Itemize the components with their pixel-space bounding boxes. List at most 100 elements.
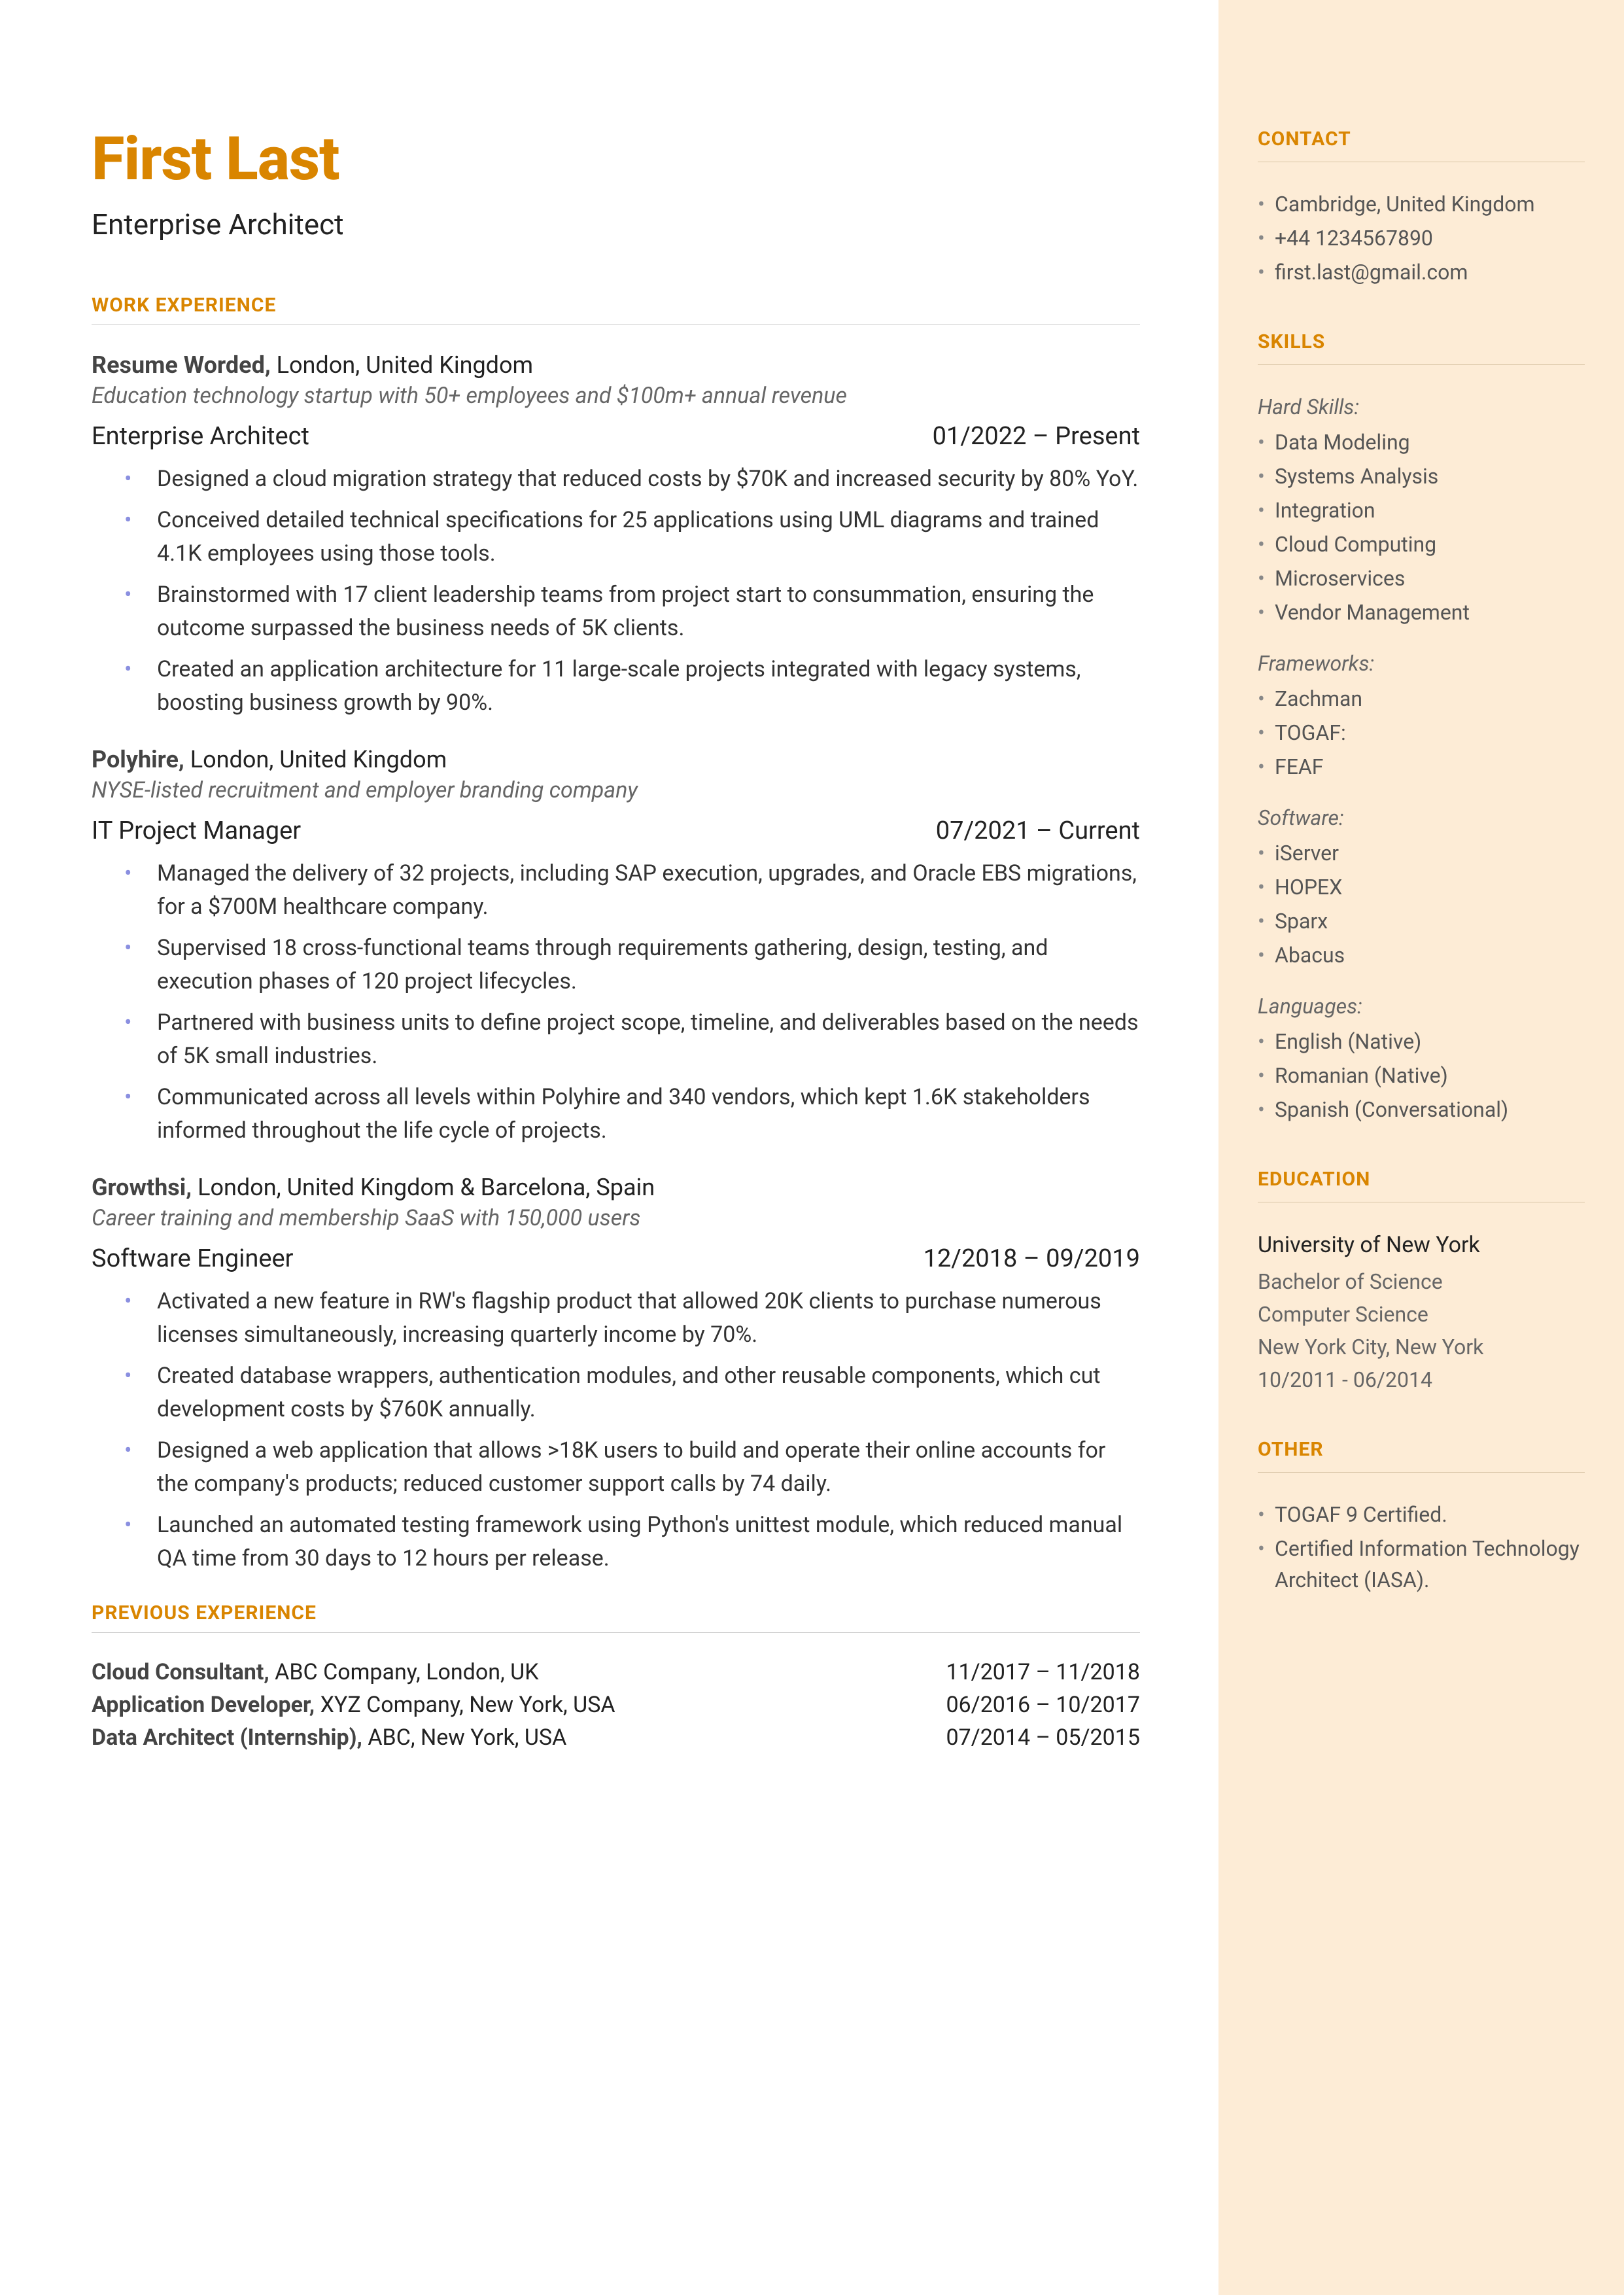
bullet-item: Supervised 18 cross-functional teams thr… [137, 932, 1140, 998]
role-dates: 07/2021 – Current [936, 816, 1140, 845]
company-description: NYSE-listed recruitment and employer bra… [92, 777, 1140, 803]
bullet-item: Designed a cloud migration strategy that… [137, 463, 1140, 496]
frameworks-label: Frameworks: [1258, 648, 1585, 679]
software-item: Sparx [1258, 905, 1585, 937]
company-location: London, United Kingdom [271, 351, 533, 379]
framework-item: Zachman [1258, 683, 1585, 714]
contact-list: Cambridge, United Kingdom+44 1234567890f… [1258, 188, 1585, 288]
previous-dates: 11/2017 – 11/2018 [946, 1659, 1140, 1685]
skill-item: Vendor Management [1258, 597, 1585, 628]
framework-item: FEAF [1258, 751, 1585, 782]
experience-entry: Resume Worded, London, United Kingdom Edu… [92, 351, 1140, 720]
education-degree: Bachelor of Science [1258, 1266, 1585, 1297]
previous-title: Application Developer, [92, 1692, 315, 1718]
bullet-item: Activated a new feature in RW's flagship… [137, 1285, 1140, 1352]
bullet-item: Partnered with business units to define … [137, 1006, 1140, 1073]
bullet-item: Conceived detailed technical specificati… [137, 504, 1140, 570]
contact-heading: CONTACT [1258, 124, 1585, 154]
bullet-list: Managed the delivery of 32 projects, inc… [92, 857, 1140, 1148]
company-description: Education technology startup with 50+ em… [92, 383, 1140, 409]
role-title: Enterprise Architect [92, 422, 309, 451]
role-line: IT Project Manager 07/2021 – Current [92, 816, 1140, 845]
software-item: iServer [1258, 837, 1585, 869]
bullet-item: Created an application architecture for … [137, 653, 1140, 720]
bullet-item: Launched an automated testing framework … [137, 1509, 1140, 1575]
languages-label: Languages: [1258, 990, 1585, 1022]
education-location: New York City, New York [1258, 1331, 1585, 1363]
education-school: University of New York [1258, 1229, 1585, 1262]
previous-company: ABC, New York, USA [362, 1725, 566, 1751]
skill-item: Integration [1258, 495, 1585, 526]
company-name: Polyhire, [92, 746, 184, 773]
company-name: Growthsi, [92, 1174, 192, 1201]
previous-dates: 07/2014 – 05/2015 [946, 1725, 1140, 1751]
company-line: Resume Worded, London, United Kingdom [92, 351, 1140, 379]
skill-item: Systems Analysis [1258, 461, 1585, 492]
contact-item: first.last@gmail.com [1258, 256, 1585, 288]
bullet-item: Created database wrappers, authenticatio… [137, 1359, 1140, 1426]
bullet-item: Managed the delivery of 32 projects, inc… [137, 857, 1140, 924]
framework-item: TOGAF: [1258, 717, 1585, 748]
bullet-item: Brainstormed with 17 client leadership t… [137, 578, 1140, 645]
experience-entry: Growthsi, London, United Kingdom & Barce… [92, 1174, 1140, 1575]
previous-title: Cloud Consultant, [92, 1659, 269, 1685]
previous-row: Application Developer, XYZ Company, New … [92, 1692, 1140, 1718]
main-column: First Last Enterprise Architect WORK EXP… [0, 0, 1218, 2295]
role-title: Software Engineer [92, 1244, 294, 1273]
company-name: Resume Worded, [92, 351, 271, 379]
software-label: Software: [1258, 802, 1585, 833]
previous-dates: 06/2016 – 10/2017 [946, 1692, 1140, 1718]
language-item: Romanian (Native) [1258, 1060, 1585, 1091]
bullet-list: Designed a cloud migration strategy that… [92, 463, 1140, 720]
language-item: Spanish (Conversational) [1258, 1094, 1585, 1125]
company-line: Growthsi, London, United Kingdom & Barce… [92, 1174, 1140, 1201]
sidebar: CONTACT Cambridge, United Kingdom+44 123… [1218, 0, 1624, 2295]
language-item: English (Native) [1258, 1026, 1585, 1057]
previous-row: Cloud Consultant, ABC Company, London, U… [92, 1659, 1140, 1685]
frameworks-list: ZachmanTOGAF:FEAF [1258, 683, 1585, 782]
skill-item: Microservices [1258, 563, 1585, 594]
person-title: Enterprise Architect [92, 207, 1140, 241]
hard-skills-list: Data ModelingSystems AnalysisIntegration… [1258, 427, 1585, 628]
other-item: Certified Information Technology Archite… [1258, 1533, 1585, 1596]
previous-job: Cloud Consultant, ABC Company, London, U… [92, 1659, 539, 1685]
previous-title: Data Architect (Internship), [92, 1725, 362, 1751]
hard-skills-label: Hard Skills: [1258, 391, 1585, 423]
company-location: London, United Kingdom [184, 746, 447, 773]
divider [1258, 364, 1585, 365]
other-list: TOGAF 9 Certified.Certified Information … [1258, 1499, 1585, 1596]
bullet-item: Designed a web application that allows >… [137, 1434, 1140, 1501]
software-list: iServerHOPEXSparxAbacus [1258, 837, 1585, 971]
divider [92, 1632, 1140, 1633]
person-name: First Last [92, 124, 1140, 194]
work-experience-heading: WORK EXPERIENCE [92, 294, 1140, 317]
skill-item: Cloud Computing [1258, 529, 1585, 560]
software-item: Abacus [1258, 939, 1585, 971]
role-line: Enterprise Architect 01/2022 – Present [92, 422, 1140, 451]
skill-item: Data Modeling [1258, 427, 1585, 458]
company-description: Career training and membership SaaS with… [92, 1205, 1140, 1231]
role-dates: 12/2018 – 09/2019 [924, 1244, 1140, 1273]
other-item: TOGAF 9 Certified. [1258, 1499, 1585, 1530]
skills-heading: SKILLS [1258, 327, 1585, 357]
role-dates: 01/2022 – Present [933, 422, 1140, 451]
other-heading: OTHER [1258, 1435, 1585, 1464]
previous-company: XYZ Company, New York, USA [315, 1692, 615, 1718]
previous-company: ABC Company, London, UK [269, 1659, 539, 1685]
divider [1258, 1472, 1585, 1473]
company-line: Polyhire, London, United Kingdom [92, 746, 1140, 773]
education-field: Computer Science [1258, 1299, 1585, 1330]
previous-job: Data Architect (Internship), ABC, New Yo… [92, 1725, 566, 1751]
role-title: IT Project Manager [92, 816, 301, 845]
contact-item: +44 1234567890 [1258, 222, 1585, 254]
company-location: London, United Kingdom & Barcelona, Spai… [192, 1174, 655, 1201]
experience-entry: Polyhire, London, United Kingdom NYSE-lis… [92, 746, 1140, 1148]
previous-row: Data Architect (Internship), ABC, New Yo… [92, 1725, 1140, 1751]
contact-item: Cambridge, United Kingdom [1258, 188, 1585, 220]
bullet-item: Communicated across all levels within Po… [137, 1081, 1140, 1148]
role-line: Software Engineer 12/2018 – 09/2019 [92, 1244, 1140, 1273]
previous-job: Application Developer, XYZ Company, New … [92, 1692, 615, 1718]
education-dates: 10/2011 - 06/2014 [1258, 1364, 1585, 1395]
divider [92, 324, 1140, 325]
education-heading: EDUCATION [1258, 1165, 1585, 1194]
